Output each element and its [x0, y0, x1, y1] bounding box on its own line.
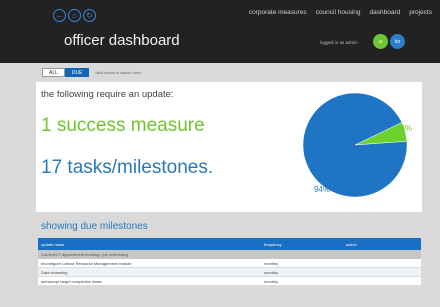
column-header-action[interactable]: action: [346, 242, 421, 247]
menu-item-projects[interactable]: projects: [409, 9, 432, 16]
user-avatar[interactable]: a: [373, 34, 388, 49]
table-row[interactable]: set/accept target completion dates month…: [38, 277, 421, 286]
row-name: Data cleansing: [41, 269, 68, 275]
success-measure-count[interactable]: 1 success measure: [41, 115, 205, 137]
home-icon[interactable]: ⌂: [68, 9, 81, 22]
pie-label-1: 94%: [314, 185, 330, 194]
row-frequency: monthly: [264, 278, 279, 284]
group-label: Carrier/ICT Appointment booking / job sc…: [41, 252, 129, 257]
menu-item-corporate-measures[interactable]: corporate measures: [249, 9, 307, 16]
back-icon[interactable]: ←: [53, 9, 66, 22]
milestones-table: update name frequency action Carrier/ICT…: [38, 238, 421, 286]
filter-all-button[interactable]: ALL: [42, 68, 65, 77]
due-items-pie-chart: 6% 94%: [302, 92, 412, 198]
filter-due-button[interactable]: DUE: [64, 68, 90, 77]
refresh-icon[interactable]: ↻: [83, 9, 96, 22]
column-header-update-name[interactable]: update name: [38, 242, 264, 247]
tasks-milestones-count[interactable]: 17 tasks/milestones.: [41, 157, 213, 179]
page-title: officer dashboard: [64, 32, 180, 49]
milestones-section-title: showing due milestones: [41, 221, 148, 232]
settings-avatar[interactable]: bo: [390, 34, 405, 49]
menu-item-dashboard[interactable]: dashboard: [370, 9, 401, 16]
column-header-frequency[interactable]: frequency: [264, 242, 346, 247]
login-status-link[interactable]: logged in as admin: [320, 40, 358, 45]
table-group-row: Carrier/ICT Appointment booking / job sc…: [38, 250, 421, 259]
top-bar: ← ⌂ ↻ officer dashboard corporate measur…: [0, 0, 440, 63]
top-menu: corporate measures council housing dashb…: [249, 9, 432, 16]
nav-icons: ← ⌂ ↻: [53, 9, 96, 22]
pie-slice-1[interactable]: [302, 92, 408, 198]
row-frequency: monthly: [264, 260, 279, 266]
row-frequency: monthly: [264, 269, 279, 275]
table-row[interactable]: Data cleansing monthly: [38, 268, 421, 277]
row-name: reconfigure Labour Resource Management m…: [41, 260, 132, 266]
table-header: update name frequency action: [38, 238, 421, 250]
table-row[interactable]: reconfigure Labour Resource Management m…: [38, 259, 421, 268]
row-name: set/accept target completion dates: [41, 278, 102, 284]
pie-label-0: 6%: [400, 124, 412, 133]
summary-heading: the following require an update:: [41, 89, 174, 100]
summary-panel: the following require an update: 1 succe…: [36, 82, 422, 212]
menu-item-council-housing[interactable]: council housing: [316, 9, 361, 16]
filter-toggle: ALL DUE click below to switch view: [42, 68, 141, 77]
filter-note: click below to switch view: [95, 70, 141, 75]
